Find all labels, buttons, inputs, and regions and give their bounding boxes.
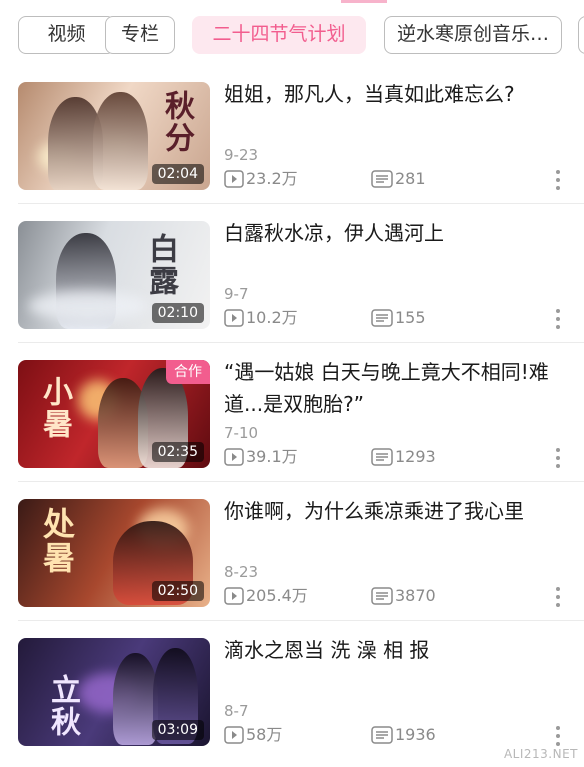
comment-count: 1293 [371, 446, 436, 468]
video-item[interactable]: 秋分 02:04 姐姐，那凡人，当真如此难忘么? 9-23 23.2万 281 [0, 64, 584, 204]
category-tabs: 视频 专栏 二十四节气计划 逆水寒原创音乐… [0, 16, 584, 58]
tab-original-music[interactable]: 逆水寒原创音乐… [384, 16, 562, 54]
comment-count-value: 281 [395, 169, 426, 188]
video-title[interactable]: 姐姐，那凡人，当真如此难忘么? [224, 78, 569, 110]
video-thumbnail[interactable]: 白露 02:10 [18, 221, 210, 329]
scroll-indicator [341, 0, 387, 3]
video-item[interactable]: 立秋 03:09 滴水之恩当 洗 澡 相 报 8-7 58万 1936 [0, 620, 584, 759]
comment-count: 3870 [371, 585, 436, 607]
video-duration: 03:09 [151, 720, 204, 740]
play-count-icon [224, 448, 244, 466]
play-count: 58万 [224, 724, 282, 746]
video-item[interactable]: 白露 02:10 白露秋水凉，伊人遇河上 9-7 10.2万 155 [0, 203, 584, 343]
play-count-value: 58万 [246, 725, 283, 744]
video-title[interactable]: 滴水之恩当 洗 澡 相 报 [224, 634, 569, 666]
thumbnail-calligraphy: 秋分 [159, 90, 194, 154]
more-vertical-icon[interactable] [551, 446, 565, 470]
comment-count-icon [371, 170, 393, 188]
more-vertical-icon[interactable] [551, 307, 565, 331]
comment-count: 281 [371, 168, 426, 190]
play-count-icon [224, 170, 244, 188]
site-watermark: ALI213.NET [503, 747, 578, 761]
play-count-value: 39.1万 [246, 447, 298, 466]
thumbnail-calligraphy: 处暑 [38, 507, 76, 575]
thumbnail-calligraphy: 白露 [143, 233, 178, 297]
thumbnail-calligraphy: 小暑 [37, 376, 72, 440]
video-duration: 02:50 [151, 581, 204, 601]
more-vertical-icon[interactable] [551, 168, 565, 192]
comment-count-icon [371, 309, 393, 327]
comment-count-icon [371, 448, 393, 466]
comment-count-icon [371, 587, 393, 605]
video-thumbnail[interactable]: 立秋 03:09 [18, 638, 210, 746]
publish-date: 8-23 [224, 563, 259, 581]
publish-date: 8-7 [224, 702, 249, 720]
play-count-icon [224, 726, 244, 744]
video-thumbnail[interactable]: 处暑 02:50 [18, 499, 210, 607]
video-duration: 02:10 [151, 303, 204, 323]
tab-overflow[interactable] [578, 16, 584, 54]
play-count-value: 205.4万 [246, 586, 308, 605]
more-vertical-icon[interactable] [551, 585, 565, 609]
play-count-icon [224, 587, 244, 605]
video-title[interactable]: 你谁啊，为什么乘凉乘进了我心里 [224, 495, 569, 527]
tab-videos[interactable]: 视频 [18, 16, 115, 54]
comment-count-value: 1936 [395, 725, 436, 744]
publish-date: 7-10 [224, 424, 259, 442]
video-thumbnail[interactable]: 小暑 合作 02:35 [18, 360, 210, 468]
tab-columns[interactable]: 专栏 [105, 16, 175, 54]
video-item[interactable]: 处暑 02:50 你谁啊，为什么乘凉乘进了我心里 8-23 205.4万 387… [0, 481, 584, 621]
comment-count-value: 155 [395, 308, 426, 327]
tab-solar-terms-plan[interactable]: 二十四节气计划 [192, 16, 366, 54]
comment-count: 1936 [371, 724, 436, 746]
comment-count: 155 [371, 307, 426, 329]
video-title[interactable]: “遇一姑娘 白天与晚上竟大不相同!难道...是双胞胎?” [224, 356, 569, 420]
play-count: 205.4万 [224, 585, 308, 607]
video-thumbnail[interactable]: 秋分 02:04 [18, 82, 210, 190]
comment-count-value: 1293 [395, 447, 436, 466]
play-count: 10.2万 [224, 307, 298, 329]
video-item[interactable]: 小暑 合作 02:35 “遇一姑娘 白天与晚上竟大不相同!难道...是双胞胎?”… [0, 342, 584, 482]
video-duration: 02:35 [151, 442, 204, 462]
comment-count-value: 3870 [395, 586, 436, 605]
publish-date: 9-23 [224, 146, 259, 164]
more-vertical-icon[interactable] [551, 724, 565, 748]
play-count-icon [224, 309, 244, 327]
play-count-value: 10.2万 [246, 308, 298, 327]
collab-badge: 合作 [166, 360, 210, 384]
thumbnail-calligraphy: 立秋 [45, 674, 80, 738]
video-title[interactable]: 白露秋水凉，伊人遇河上 [224, 217, 569, 249]
comment-count-icon [371, 726, 393, 744]
play-count-value: 23.2万 [246, 169, 298, 188]
play-count: 39.1万 [224, 446, 298, 468]
video-duration: 02:04 [151, 164, 204, 184]
play-count: 23.2万 [224, 168, 298, 190]
publish-date: 9-7 [224, 285, 249, 303]
